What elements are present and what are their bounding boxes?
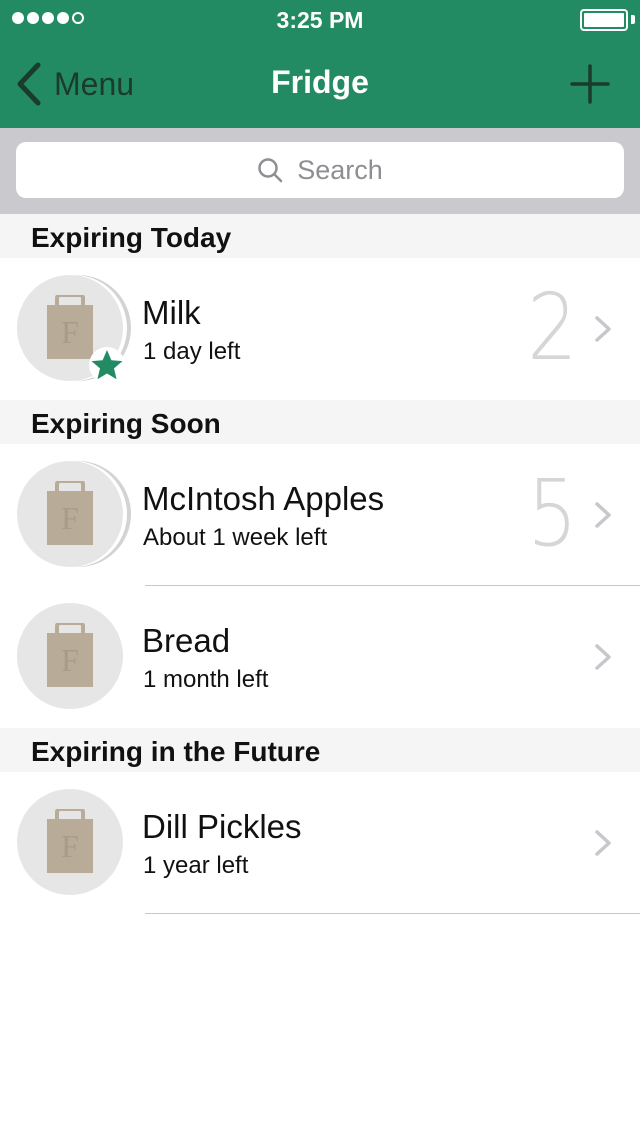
item-avatar: F bbox=[17, 275, 132, 383]
item-avatar: F bbox=[17, 603, 132, 711]
search-placeholder: Search bbox=[297, 154, 383, 185]
item-name: Bread bbox=[142, 622, 231, 659]
chevron-right-icon bbox=[595, 316, 611, 342]
item-expiry: 1 day left bbox=[143, 338, 241, 365]
list-item-bread[interactable]: F Bread 1 month left bbox=[0, 586, 640, 728]
list-item-dill-pickles[interactable]: F Dill Pickles 1 year left bbox=[0, 772, 640, 914]
plus-icon bbox=[570, 64, 610, 104]
section-header-expiring-future: Expiring in the Future bbox=[0, 728, 640, 772]
section-title: Expiring in the Future bbox=[31, 736, 321, 767]
grocery-bag-icon: F bbox=[47, 809, 93, 873]
item-name: Milk bbox=[142, 294, 201, 331]
list-item-mcintosh-apples[interactable]: F McIntosh Apples About 1 week left 5 bbox=[0, 444, 640, 586]
chevron-right-icon bbox=[595, 502, 611, 528]
navigation-header: 3:25 PM Menu Fridge bbox=[0, 0, 640, 128]
grocery-bag-icon: F bbox=[47, 295, 93, 359]
list-item-milk[interactable]: F Milk 1 day left 2 bbox=[0, 258, 640, 400]
section-title: Expiring Today bbox=[31, 222, 232, 253]
row-divider bbox=[145, 913, 640, 914]
item-expiry: 1 year left bbox=[143, 852, 249, 879]
chevron-right-icon bbox=[595, 644, 611, 670]
item-expiry: 1 month left bbox=[143, 666, 269, 693]
battery-icon bbox=[580, 9, 628, 31]
item-expiry: About 1 week left bbox=[143, 524, 328, 551]
search-icon bbox=[258, 158, 283, 183]
item-count: 5 bbox=[527, 460, 578, 567]
back-button[interactable]: Menu bbox=[14, 60, 134, 108]
item-name: McIntosh Apples bbox=[142, 480, 385, 517]
svg-text:F: F bbox=[61, 500, 79, 536]
section-header-expiring-today: Expiring Today bbox=[0, 214, 640, 258]
grocery-bag-icon: F bbox=[47, 623, 93, 687]
item-name: Dill Pickles bbox=[142, 808, 302, 845]
battery-tip bbox=[631, 15, 635, 24]
back-button-label: Menu bbox=[54, 65, 135, 102]
svg-text:F: F bbox=[61, 314, 79, 350]
svg-text:F: F bbox=[61, 828, 79, 864]
svg-text:F: F bbox=[61, 642, 79, 678]
item-count: 2 bbox=[527, 274, 578, 381]
section-header-expiring-soon: Expiring Soon bbox=[0, 400, 640, 444]
chevron-right-icon bbox=[595, 830, 611, 856]
favorite-star-icon bbox=[89, 347, 125, 383]
grocery-bag-icon: F bbox=[47, 481, 93, 545]
status-bar: 3:25 PM bbox=[0, 0, 640, 40]
status-time: 3:25 PM bbox=[276, 7, 364, 33]
chevron-left-icon bbox=[17, 62, 41, 106]
search-input[interactable]: Search bbox=[16, 142, 624, 198]
section-title: Expiring Soon bbox=[31, 408, 221, 439]
add-button[interactable] bbox=[570, 64, 610, 104]
search-bar: Search bbox=[0, 128, 640, 214]
item-avatar: F bbox=[17, 461, 132, 569]
item-avatar: F bbox=[17, 789, 132, 897]
